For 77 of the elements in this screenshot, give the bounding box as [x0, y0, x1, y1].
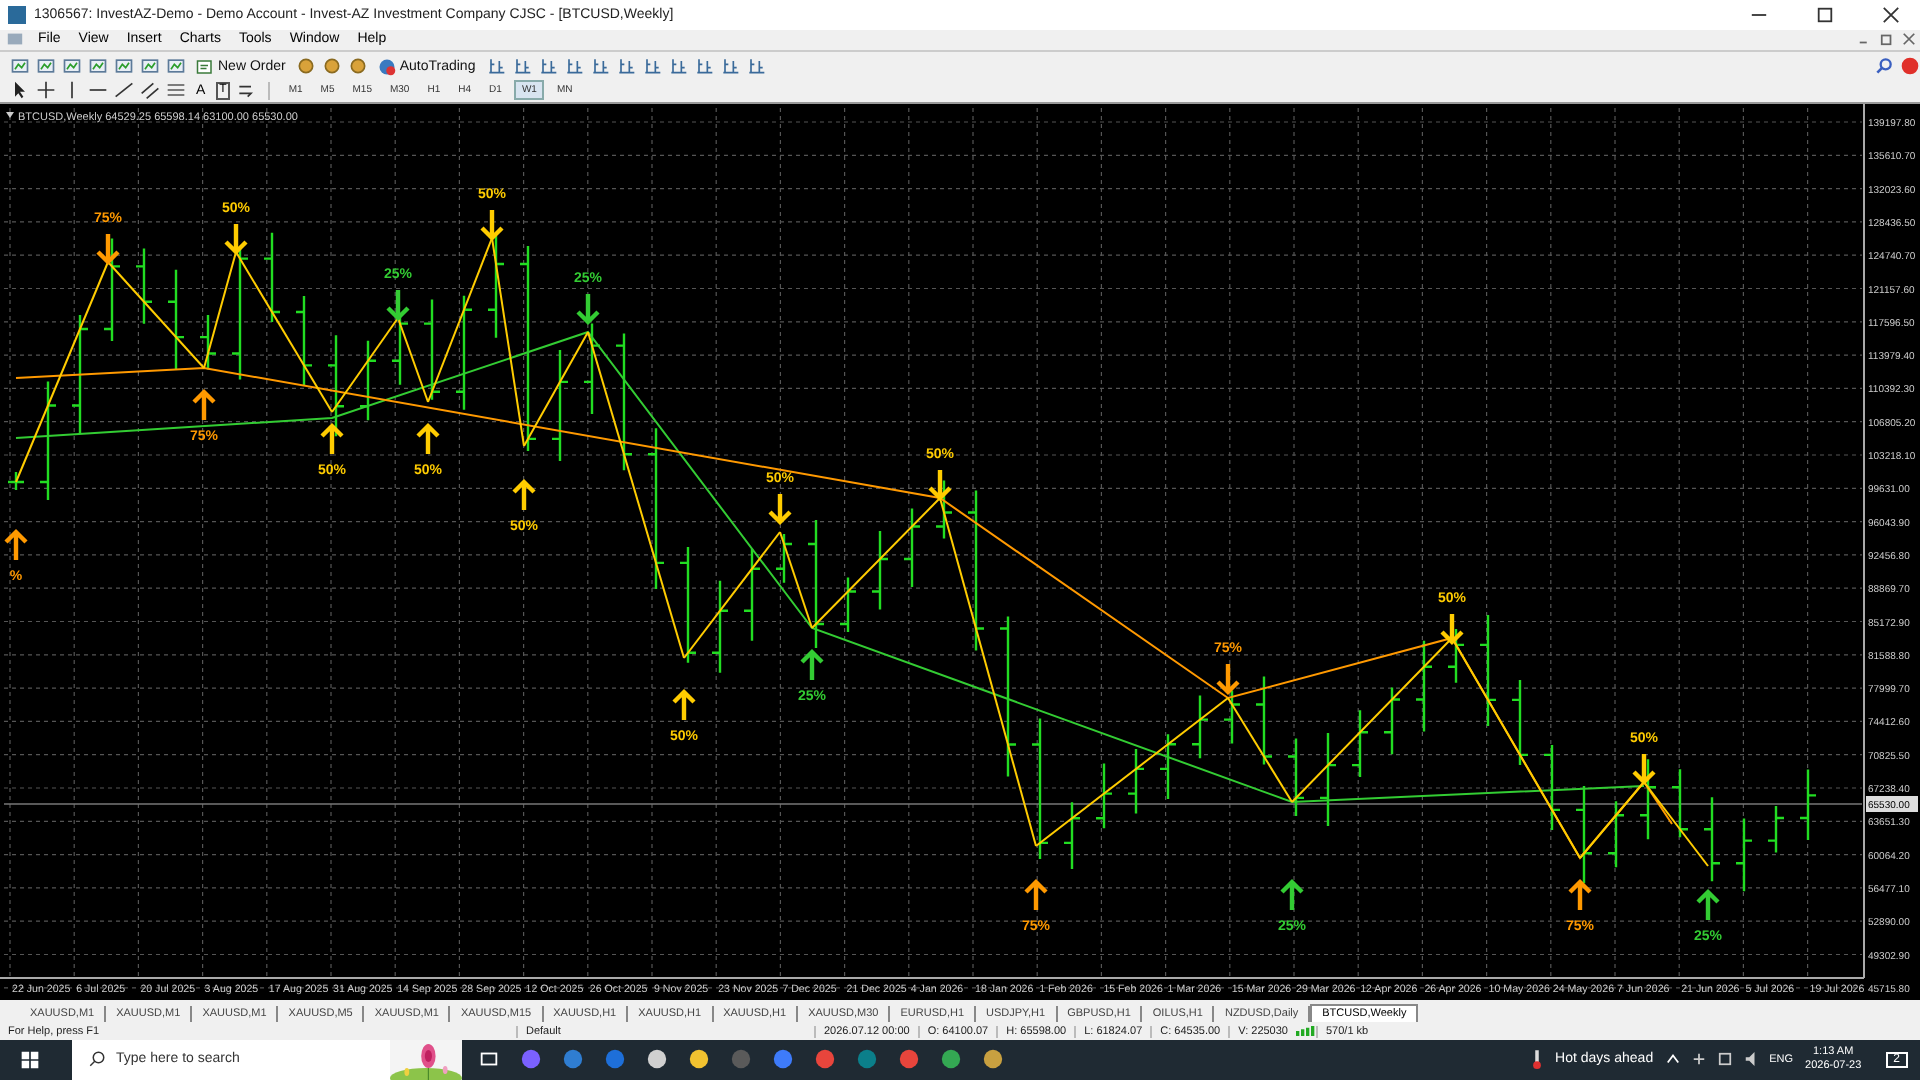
- ohlc-bar: [198, 313, 218, 370]
- ohlc-bar: [838, 575, 858, 633]
- app-icon[interactable]: [978, 1048, 1008, 1071]
- ohlc-bar: [710, 578, 730, 674]
- ohlc-bar: [742, 546, 762, 642]
- restore-icon[interactable]: [1880, 32, 1894, 47]
- ohlc-bar: [422, 297, 442, 401]
- ohlc-bar: [1350, 708, 1370, 778]
- app-icon[interactable]: [684, 1048, 714, 1071]
- speaker-icon[interactable]: [1743, 1048, 1758, 1071]
- ohlc-bar: [582, 321, 602, 415]
- ohlc-bar: [1158, 732, 1178, 800]
- ohlc-bar: [774, 531, 794, 584]
- search-icon: [88, 1050, 106, 1069]
- ohlc-bar: [326, 333, 346, 437]
- app-logo-icon: [8, 5, 26, 24]
- ohlc-bar: [1670, 767, 1690, 838]
- ohlc-bar: [1606, 799, 1626, 868]
- ohlc-bar: [1702, 795, 1722, 882]
- ohlc-bar: [678, 544, 698, 664]
- chart-icon[interactable]: [62, 56, 82, 77]
- ohlc-bar: [1382, 685, 1402, 755]
- ohlc-bar: [614, 331, 634, 471]
- ohlc-bar: [1254, 674, 1274, 765]
- document-icon: [196, 57, 214, 76]
- arrows-icon[interactable]: [236, 80, 257, 101]
- ohlc-bar: [550, 347, 570, 462]
- ohlc-bar: [934, 478, 954, 539]
- ohlc-bar: [294, 293, 314, 386]
- search-icon[interactable]: [1874, 56, 1894, 77]
- ohlc-bar: [262, 230, 282, 323]
- bar-chart-icon[interactable]: [485, 56, 506, 77]
- app-icon[interactable]: [642, 1048, 672, 1071]
- ohlc-bar: [1190, 693, 1210, 759]
- ohlc-bar: [1286, 736, 1306, 817]
- channel-icon[interactable]: [140, 80, 160, 101]
- ohlc-bar: [1094, 761, 1114, 829]
- ohlc-bar: [870, 528, 890, 610]
- ohlc-bar: [902, 506, 922, 588]
- trendline-icon[interactable]: [114, 80, 134, 101]
- ohlc-bar: [1542, 742, 1562, 831]
- connection-icon: [1295, 1024, 1316, 1039]
- ohlc-bar: [806, 517, 826, 649]
- thermometer-icon: [1529, 1048, 1544, 1071]
- ohlc-bar: [1574, 783, 1594, 884]
- ohlc-bar: [1446, 626, 1466, 684]
- ohlc-bar: [1478, 612, 1498, 727]
- dropdown-triangle-icon[interactable]: [6, 111, 14, 118]
- ohlc-bar: [6, 469, 26, 491]
- bar-chart-icon[interactable]: [667, 56, 688, 77]
- ohlc-bar: [454, 293, 474, 411]
- zigzag-segment: [1643, 780, 1709, 867]
- ohlc-bar: [1766, 803, 1786, 853]
- ohlc-bar: [1510, 677, 1530, 766]
- ohlc-bar: [102, 236, 122, 342]
- ohlc-bar: [134, 246, 154, 325]
- ohlc-bar: [1062, 800, 1082, 870]
- ohlc-bar: [1414, 638, 1434, 732]
- ohlc-bar: [1318, 731, 1338, 827]
- ohlc-bar: [70, 312, 90, 434]
- maximize-icon[interactable]: [1816, 5, 1834, 24]
- close-icon[interactable]: [1882, 5, 1900, 24]
- alert-icon[interactable]: [1900, 56, 1920, 77]
- fibonacci-icon[interactable]: [166, 80, 186, 101]
- ohlc-bar: [1030, 716, 1050, 860]
- cursor-icon[interactable]: [10, 80, 30, 101]
- ohlc-bar: [358, 338, 378, 421]
- ohlc-bar: [1638, 757, 1658, 840]
- bar-chart-icon[interactable]: [641, 56, 662, 77]
- ohlc-bar: [166, 267, 186, 370]
- ohlc-bar: [38, 379, 58, 501]
- ohlc-bar: [1798, 767, 1818, 841]
- ohlc-bar: [486, 233, 506, 339]
- app-icon[interactable]: [936, 1048, 966, 1071]
- ohlc-bar: [1222, 688, 1242, 744]
- ohlc-bar: [1734, 816, 1754, 892]
- ohlc-bar: [1126, 746, 1146, 814]
